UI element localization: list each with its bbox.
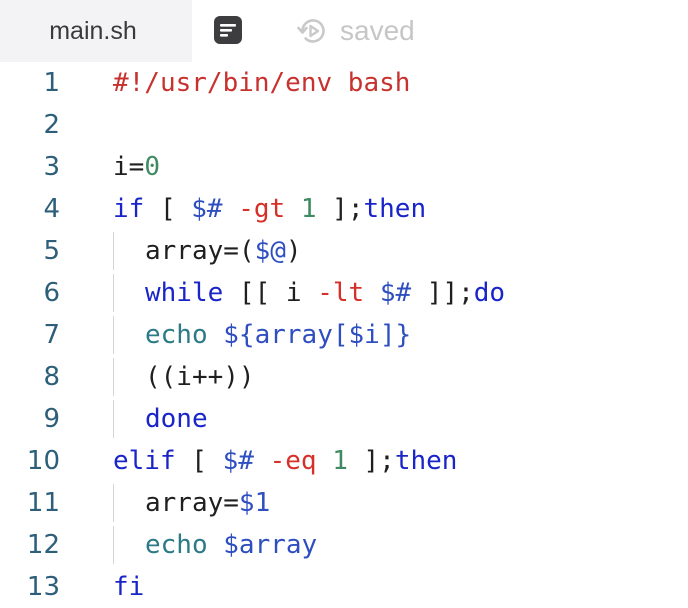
code-line[interactable]: 11 array=$1: [0, 482, 688, 524]
code-token: if: [113, 194, 145, 224]
code-token: ${array[$i]}: [223, 320, 412, 350]
line-number: 4: [43, 194, 60, 224]
code-text: if [ $# -gt 1 ];then: [113, 188, 426, 230]
code-text: done: [145, 398, 208, 440]
code-token: done: [145, 404, 208, 434]
code-text: array=($@): [145, 230, 302, 272]
code-token: [: [144, 194, 192, 224]
format-icon: [214, 16, 242, 44]
line-number: 6: [43, 278, 60, 308]
code-line[interactable]: 9 done: [0, 398, 688, 440]
code-text: #!/usr/bin/env bash: [113, 62, 410, 104]
code-token: ((i++)): [145, 362, 255, 392]
saved-label: saved: [340, 15, 415, 46]
code-token: 0: [144, 152, 160, 182]
line-number: 11: [26, 488, 60, 518]
code-line[interactable]: 7 echo ${array[$i]}: [0, 314, 688, 356]
line-number: 5: [43, 236, 60, 266]
code-text: ((i++)): [145, 356, 255, 398]
history-icon: [297, 19, 325, 43]
code-line[interactable]: 2: [0, 104, 688, 146]
code-text: echo $array: [145, 524, 317, 566]
indent-guide: [113, 232, 114, 270]
code-token: $#: [191, 194, 223, 224]
code-text: echo ${array[$i]}: [145, 314, 411, 356]
code-token: #!/usr/bin/env bash: [113, 68, 411, 98]
code-token: -eq: [269, 446, 317, 476]
code-token: do: [473, 278, 506, 308]
code-token: ]];: [411, 278, 474, 308]
code-token: $1: [238, 488, 271, 518]
code-token: $array: [223, 530, 318, 560]
code-editor[interactable]: 1 #!/usr/bin/env bash 2 3 i=0 4 if [ $# -gt 1 …: [0, 62, 688, 608]
code-token: [[ i: [223, 278, 318, 308]
indent-guide: [113, 274, 114, 312]
code-token: $#: [222, 446, 254, 476]
line-number: 8: [43, 362, 60, 392]
code-token: array=(: [145, 236, 255, 266]
code-text: while [[ i -lt $# ]];do: [145, 272, 505, 314]
code-line[interactable]: 8 ((i++)): [0, 356, 688, 398]
code-line[interactable]: 5 array=($@): [0, 230, 688, 272]
line-number: 10: [26, 446, 60, 476]
code-token: 1: [300, 194, 317, 224]
code-token: [: [175, 446, 223, 476]
line-number: 7: [43, 320, 60, 350]
tab-main-sh[interactable]: main.sh: [0, 0, 192, 62]
code-line[interactable]: 1 #!/usr/bin/env bash: [0, 62, 688, 104]
code-token: ];: [316, 194, 364, 224]
code-token: ): [285, 236, 302, 266]
code-line[interactable]: 10 elif [ $# -eq 1 ];then: [0, 440, 688, 482]
code-token: 1: [332, 446, 348, 476]
code-token: elif: [113, 446, 176, 476]
code-line[interactable]: 12 echo $array: [0, 524, 688, 566]
code-token: -lt: [317, 278, 365, 308]
code-line[interactable]: 3 i=0: [0, 146, 688, 188]
code-text: array=$1: [145, 482, 270, 524]
code-token: -gt: [238, 194, 286, 224]
code-token: array=: [145, 488, 239, 518]
line-number: 9: [43, 404, 60, 434]
line-number: 13: [26, 572, 60, 602]
code-token: then: [394, 446, 458, 476]
code-token: then: [363, 194, 427, 224]
code-token: echo: [145, 530, 208, 560]
line-number: 2: [43, 110, 60, 140]
code-token: $#: [379, 278, 412, 308]
indent-guide: [113, 484, 114, 522]
indent-guide: [113, 358, 114, 396]
code-line[interactable]: 13 fi: [0, 566, 688, 608]
code-token: ];: [347, 446, 395, 476]
code-token: while: [145, 278, 224, 308]
line-number: 3: [43, 152, 60, 182]
line-number: 1: [43, 68, 60, 98]
code-token: echo: [145, 320, 208, 350]
code-line[interactable]: 6 while [[ i -lt $# ]];do: [0, 272, 688, 314]
code-token: $@: [254, 236, 286, 266]
save-status: saved: [296, 13, 415, 49]
indent-guide: [113, 526, 114, 564]
code-text: elif [ $# -eq 1 ];then: [113, 440, 457, 482]
code-token: fi: [113, 572, 145, 602]
format-button[interactable]: [212, 14, 244, 46]
indent-guide: [113, 316, 114, 354]
code-text: i=0: [113, 146, 160, 188]
code-text: fi: [113, 566, 144, 608]
code-line[interactable]: 4 if [ $# -gt 1 ];then: [0, 188, 688, 230]
code-token: i=: [113, 152, 145, 182]
tab-bar: main.sh saved: [0, 0, 688, 62]
indent-guide: [113, 400, 114, 438]
tab-label: main.sh: [49, 16, 137, 45]
line-number: 12: [26, 530, 60, 560]
